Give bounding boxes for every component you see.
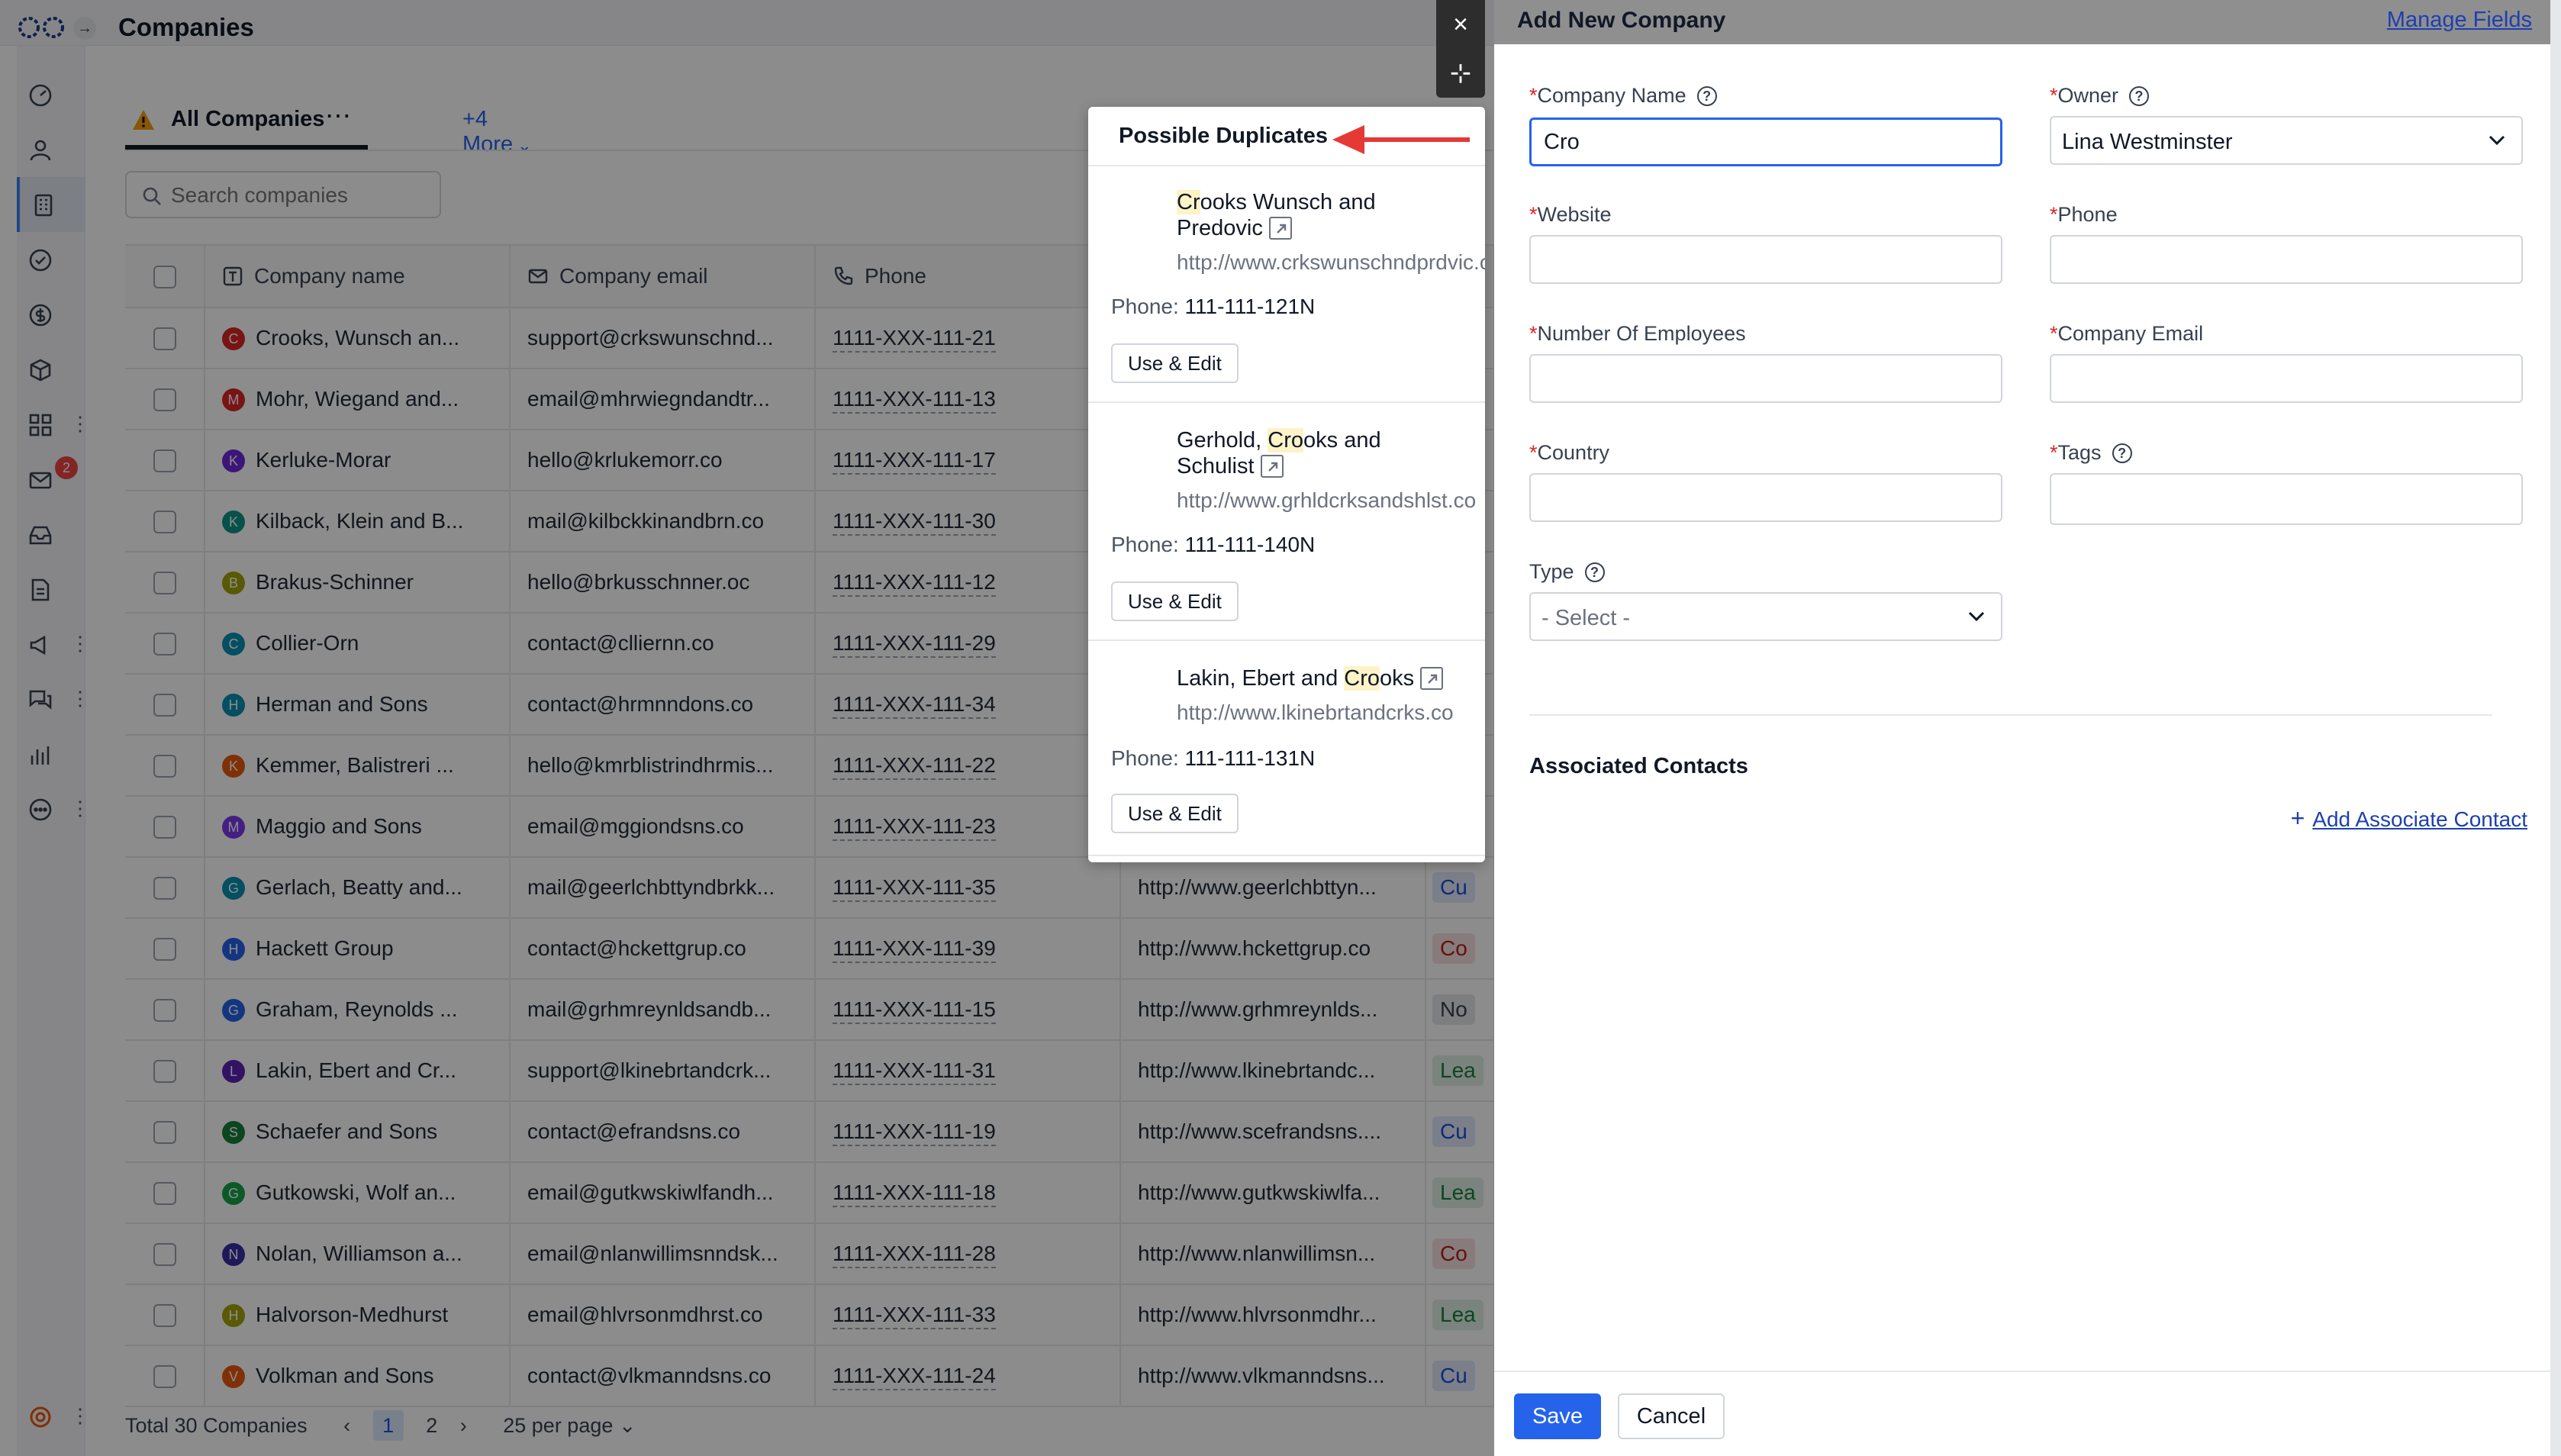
avatar: G: [1111, 430, 1160, 479]
footer-divider: [1494, 1371, 2550, 1372]
phone-value: 111-111-140N: [1184, 533, 1316, 556]
duplicate-name[interactable]: Lakin, Ebert and Crooks: [1177, 665, 1474, 691]
avatar-initial: C: [1127, 205, 1144, 228]
add-associate-contact-link[interactable]: + Add Associate Contact: [2291, 804, 2527, 833]
company-email-label-text: Company Email: [2057, 322, 2204, 345]
duplicate-url[interactable]: http://www.grhldcrksandshlst.co: [1177, 488, 1485, 513]
panel-controls: × ⊹: [1436, 0, 1485, 98]
required-marker: *: [1529, 203, 1538, 226]
company-name-input[interactable]: [1529, 118, 2002, 166]
duplicate-name[interactable]: Crooks Wunsch and Predovic: [1177, 189, 1474, 241]
panel-title: Add New Company: [1517, 8, 1726, 33]
external-link-icon[interactable]: [1420, 667, 1444, 690]
phone-value: 111-111-131N: [1184, 746, 1316, 770]
required-marker: *: [1529, 322, 1538, 345]
type-select[interactable]: - Select -: [1529, 592, 2002, 641]
avatar: L: [1111, 664, 1160, 713]
website-label: *Website: [1529, 203, 1612, 227]
phone-key: Phone:: [1111, 295, 1179, 318]
company-name-label-text: Company Name: [1537, 84, 1686, 107]
tags-label: *Tags?: [2050, 441, 2132, 465]
employees-input[interactable]: [1529, 354, 2002, 403]
required-marker: *: [2050, 441, 2058, 464]
match-highlight: Cro: [1344, 666, 1380, 691]
match-highlight: Cro: [1268, 428, 1304, 453]
duplicate-item: C Crooks Wunsch and Predovic http://www.…: [1088, 166, 1485, 403]
owner-value: Lina Westminster: [2062, 130, 2233, 154]
duplicate-name-prefix: Lakin, Ebert and: [1177, 666, 1345, 691]
type-label-text: Type: [1529, 560, 1574, 583]
use-and-edit-button[interactable]: Use & Edit: [1111, 794, 1239, 833]
plus-icon: +: [2290, 804, 2305, 832]
company-email-label: *Company Email: [2050, 322, 2203, 346]
phone-label: *Phone: [2050, 203, 2118, 227]
tags-input[interactable]: [2050, 473, 2523, 525]
help-circle-icon[interactable]: ?: [1584, 562, 1605, 582]
duplicate-url[interactable]: http://www.crkswunschndprdvic.co: [1177, 250, 1485, 275]
type-label: Type?: [1529, 560, 1605, 584]
phone-label-text: Phone: [2057, 203, 2118, 226]
avatar: C: [1111, 192, 1160, 241]
website-label-text: Website: [1537, 203, 1612, 226]
panel-header: Add New Company Manage Fields: [1494, 0, 2550, 44]
duplicate-name-prefix: Gerhold,: [1177, 428, 1268, 453]
required-marker: *: [1529, 84, 1538, 107]
add-associate-contact-label: Add Associate Contact: [2312, 807, 2527, 831]
duplicate-item: G Gerhold, Crooks and Schulist http://ww…: [1088, 404, 1485, 641]
required-marker: *: [2050, 203, 2058, 226]
help-circle-icon[interactable]: ?: [1696, 86, 1717, 106]
duplicate-phone: Phone: 111-111-121N: [1111, 295, 1315, 319]
close-icon[interactable]: ×: [1436, 0, 1485, 49]
minimize-icon[interactable]: ⊹: [1436, 49, 1485, 98]
duplicate-phone: Phone: 111-111-131N: [1111, 746, 1315, 771]
help-circle-icon[interactable]: ?: [2129, 86, 2150, 106]
required-marker: *: [2050, 322, 2058, 345]
owner-label: *Owner?: [2050, 84, 2150, 108]
phone-key: Phone:: [1111, 533, 1179, 556]
website-input[interactable]: [1529, 235, 2002, 284]
owner-select[interactable]: Lina Westminster: [2050, 116, 2523, 165]
phone-value: 111-111-121N: [1184, 295, 1316, 318]
company-email-input[interactable]: [2050, 354, 2523, 403]
owner-label-text: Owner: [2057, 84, 2119, 107]
match-highlight: Cr: [1177, 190, 1200, 214]
duplicate-name[interactable]: Gerhold, Crooks and Schulist: [1177, 427, 1474, 479]
tags-label-text: Tags: [2057, 441, 2102, 464]
arrow-left-icon: [1332, 125, 1470, 154]
external-link-icon[interactable]: [1268, 217, 1292, 240]
phone-key: Phone:: [1111, 746, 1179, 770]
duplicate-url[interactable]: http://www.lkinebrtandcrks.co: [1177, 701, 1485, 725]
section-divider: [1529, 714, 2492, 716]
duplicate-phone: Phone: 111-111-140N: [1111, 533, 1315, 557]
employees-label-text: Number Of Employees: [1537, 322, 1746, 345]
external-link-icon[interactable]: [1260, 455, 1284, 478]
duplicates-title: Possible Duplicates: [1119, 124, 1328, 148]
cancel-button[interactable]: Cancel: [1618, 1393, 1725, 1439]
use-and-edit-button[interactable]: Use & Edit: [1111, 343, 1239, 383]
manage-fields-link[interactable]: Manage Fields: [2387, 8, 2532, 33]
employees-label: *Number Of Employees: [1529, 322, 1746, 346]
scrollbar[interactable]: [2550, 0, 2561, 1456]
help-circle-icon[interactable]: ?: [2112, 443, 2132, 463]
avatar-initial: L: [1129, 676, 1142, 700]
duplicate-name-rest: oks: [1380, 666, 1415, 691]
save-button[interactable]: Save: [1514, 1393, 1601, 1439]
app-root: → Companies ⋮ 2 ⋮ ⋮ ⋮ ⋮ All Companies ⋯ …: [0, 0, 2561, 1456]
avatar-initial: G: [1127, 443, 1144, 466]
country-label-text: Country: [1537, 441, 1610, 464]
associated-contacts-title: Associated Contacts: [1529, 754, 1748, 778]
use-and-edit-button[interactable]: Use & Edit: [1111, 581, 1239, 621]
phone-input[interactable]: [2050, 235, 2523, 284]
chevron-down-icon: [2489, 135, 2505, 146]
type-value: - Select -: [1541, 606, 1631, 630]
company-name-label: *Company Name?: [1529, 84, 1717, 108]
duplicate-item: L Lakin, Ebert and Crooks http://www.lki…: [1088, 643, 1485, 856]
add-company-panel: Add New Company Manage Fields *Company N…: [1494, 0, 2550, 1456]
country-label: *Country: [1529, 441, 1609, 465]
required-marker: *: [1529, 441, 1538, 464]
chevron-down-icon: [1968, 611, 1985, 622]
required-marker: *: [2050, 84, 2058, 107]
country-input[interactable]: [1529, 473, 2002, 522]
possible-duplicates-popover: Possible Duplicates C Crooks Wunsch and …: [1088, 107, 1485, 862]
